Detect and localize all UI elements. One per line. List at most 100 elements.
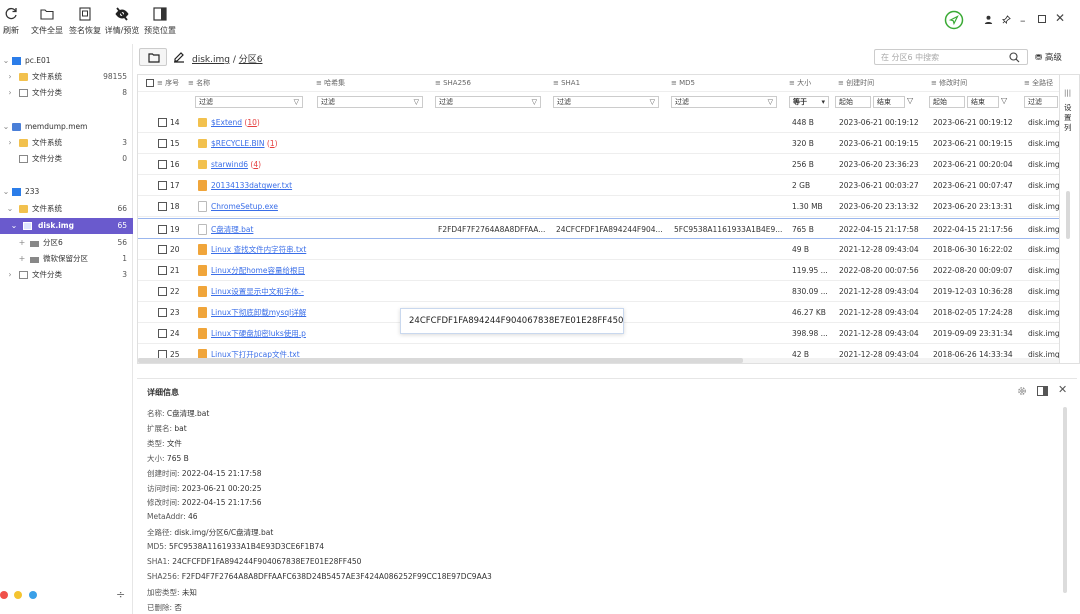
pin-icon[interactable] <box>1002 15 1011 24</box>
column-header-sha1[interactable]: ≡ SHA1 <box>553 75 580 92</box>
send-status-icon[interactable] <box>944 10 964 30</box>
status-dot-blue[interactable] <box>29 591 37 599</box>
tree-item-partition6[interactable]: + 分区6 56 <box>0 235 133 251</box>
filter-modified-start[interactable]: 起始 <box>929 96 965 108</box>
filter-modified-end[interactable]: 结束 <box>967 96 999 108</box>
file-name-link[interactable]: $Extend <box>211 118 242 127</box>
table-row[interactable]: 14 $Extend (10) 448 B 2023-06-21 00:19:12 20… <box>138 112 1059 133</box>
settings-icon[interactable] <box>1017 386 1027 396</box>
advanced-search-button[interactable]: ⛃ 高级 <box>1035 51 1062 63</box>
tree-item-filesystem[interactable]: ⌄ 文件系统 66 <box>0 201 133 217</box>
file-name-link[interactable]: Linux设置显示中文和字体.- <box>211 287 304 296</box>
file-name-cell[interactable]: Linux下硬盘加密luks使用.p <box>211 323 315 344</box>
refresh-button[interactable]: 刷新 <box>2 6 20 36</box>
table-row[interactable]: 16 starwind6 (4) 256 B 2023-06-20 23:36:23 2… <box>138 154 1059 176</box>
column-header-md5[interactable]: ≡ MD5 <box>671 75 695 92</box>
file-name-cell[interactable]: $Extend (10) <box>211 112 315 133</box>
close-icon[interactable]: ✕ <box>1058 383 1067 396</box>
close-icon[interactable]: ✕ <box>1055 11 1065 25</box>
filter-hashset[interactable]: 过滤 ▽ <box>317 96 423 108</box>
breadcrumb-root[interactable]: disk.img <box>192 55 230 65</box>
file-name-link[interactable]: Linux 查找文件内字符串.txt <box>211 245 306 254</box>
table-row[interactable]: 22 Linux设置显示中文和字体.- 830.09 ... 2021-12-28 0… <box>138 281 1059 302</box>
minimize-icon[interactable]: – <box>1020 14 1026 27</box>
vertical-scrollbar-thumb[interactable] <box>1066 191 1070 239</box>
column-header-name[interactable]: ≡ 名称 <box>188 75 210 92</box>
row-checkbox[interactable] <box>158 118 167 127</box>
column-header-hashset[interactable]: ≡ 哈希集 <box>316 75 345 92</box>
preview-position-button[interactable]: 预览位置 <box>142 6 178 36</box>
row-checkbox[interactable] <box>158 202 167 212</box>
filter-created-start[interactable]: 起始 <box>835 96 871 108</box>
filter-icon[interactable]: ▽ <box>532 97 537 107</box>
search-icon[interactable] <box>1009 52 1020 63</box>
filter-icon[interactable]: ▽ <box>294 97 299 107</box>
filter-icon[interactable]: ▽ <box>1001 96 1007 105</box>
table-row[interactable]: 21 Linux分配home容量给根目 119.95 ... 2022-08-20 0… <box>138 260 1059 281</box>
edit-icon[interactable] <box>173 51 185 63</box>
column-header-modified[interactable]: ≡ 修改时间 <box>931 75 967 92</box>
filter-created-end[interactable]: 结束 <box>873 96 905 108</box>
split-handle-icon[interactable]: ÷ <box>116 588 125 601</box>
file-name-cell[interactable]: Linux下彻底卸载mysql详解 <box>211 302 315 323</box>
row-checkbox[interactable] <box>158 224 167 234</box>
search-input[interactable]: 在 分区6 中搜索 <box>874 49 1028 65</box>
filter-md5[interactable]: 过滤 ▽ <box>671 96 777 108</box>
filter-icon[interactable]: ▽ <box>907 96 913 105</box>
file-name-link[interactable]: 20134133datqwer.txt <box>211 181 292 190</box>
column-header-fullpath[interactable]: ≡ 全路径 <box>1024 75 1053 92</box>
filter-icon[interactable]: ▽ <box>650 97 655 107</box>
file-name-cell[interactable]: 20134133datqwer.txt <box>211 175 315 196</box>
breadcrumb-current[interactable]: 分区6 <box>239 55 263 65</box>
file-name-link[interactable]: starwind6 <box>211 160 248 169</box>
expand-all-button[interactable]: 文件全显 <box>30 6 64 36</box>
tree-item-category[interactable]: › 文件分类 8 <box>0 85 133 101</box>
table-row[interactable]: 15 $RECYCLE.BIN (1) 320 B 2023-06-21 00:19:… <box>138 133 1059 155</box>
filter-fullpath[interactable]: 过滤 <box>1024 96 1058 108</box>
table-row[interactable]: 18 ChromeSetup.exe 1.30 MB 2023-06-20 23:13… <box>138 196 1059 218</box>
column-header-no[interactable]: ≡ 序号 <box>157 75 179 92</box>
table-row[interactable]: 17 20134133datqwer.txt 2 GB 2023-06-21 00:0… <box>138 175 1059 197</box>
file-name-link[interactable]: Linux下硬盘加密luks使用.p <box>211 329 306 338</box>
signature-restore-button[interactable]: 签名恢复 <box>68 6 102 36</box>
column-settings-strip[interactable]: ||| 设置列 <box>1060 74 1080 364</box>
column-header-sha256[interactable]: ≡ SHA256 <box>435 75 471 92</box>
file-name-cell[interactable]: starwind6 (4) <box>211 154 315 175</box>
file-name-cell[interactable]: ChromeSetup.exe <box>211 196 315 217</box>
tree-item-filesystem[interactable]: › 文件系统 3 <box>0 135 133 151</box>
filter-sha256[interactable]: 过滤 ▽ <box>435 96 541 108</box>
file-name-cell[interactable]: Linux设置显示中文和字体.- <box>211 281 315 302</box>
row-checkbox[interactable] <box>158 139 167 149</box>
status-dot-red[interactable] <box>0 591 8 599</box>
tree-evidence-memdump[interactable]: ⌄ memdump.mem <box>0 119 133 135</box>
folder-view-button[interactable] <box>139 48 167 66</box>
file-name-link[interactable]: Linux分配home容量给根目 <box>211 266 305 275</box>
horizontal-scrollbar[interactable] <box>138 358 1059 363</box>
details-preview-button[interactable]: 详情/预览 <box>103 6 141 36</box>
detail-scrollbar[interactable] <box>1063 407 1067 593</box>
row-checkbox[interactable] <box>158 307 167 317</box>
file-name-cell[interactable]: C盘清理.bat <box>211 219 315 240</box>
tree-item-filesystem[interactable]: › 文件系统 98155 <box>0 69 133 85</box>
filter-size-operator[interactable]: 等于 ▾ <box>789 96 829 108</box>
maximize-icon[interactable] <box>1038 15 1046 23</box>
tree-evidence-pc[interactable]: ⌄ pc.E01 <box>0 53 133 69</box>
select-all-checkbox[interactable] <box>146 79 154 87</box>
file-name-link[interactable]: C盘清理.bat <box>211 225 253 234</box>
table-row[interactable]: 20 Linux 查找文件内字符串.txt 49 B 2021-12-28 09:43… <box>138 239 1059 260</box>
tree-evidence-233[interactable]: ⌄ 233 <box>0 184 133 200</box>
row-checkbox[interactable] <box>158 265 167 275</box>
tree-item-disk-img[interactable]: ⌄ disk.img 65 <box>0 218 133 234</box>
scrollbar-thumb[interactable] <box>138 358 743 363</box>
table-row[interactable]: 19 C盘清理.bat F2FD4F7F2764A8A8DFFAA... 24CFCF… <box>138 217 1059 240</box>
file-name-link[interactable]: $RECYCLE.BIN <box>211 139 265 148</box>
row-checkbox[interactable] <box>158 181 167 191</box>
filter-name[interactable]: 过滤 ▽ <box>195 96 303 108</box>
filter-sha1[interactable]: 过滤 ▽ <box>553 96 659 108</box>
panel-right-icon[interactable] <box>1037 386 1048 396</box>
column-header-size[interactable]: ≡ 大小 <box>789 75 811 92</box>
tree-item-category[interactable]: › 文件分类 3 <box>0 267 133 283</box>
status-dot-yellow[interactable] <box>14 591 22 599</box>
row-checkbox[interactable] <box>158 329 167 338</box>
file-name-cell[interactable]: $RECYCLE.BIN (1) <box>211 133 315 154</box>
